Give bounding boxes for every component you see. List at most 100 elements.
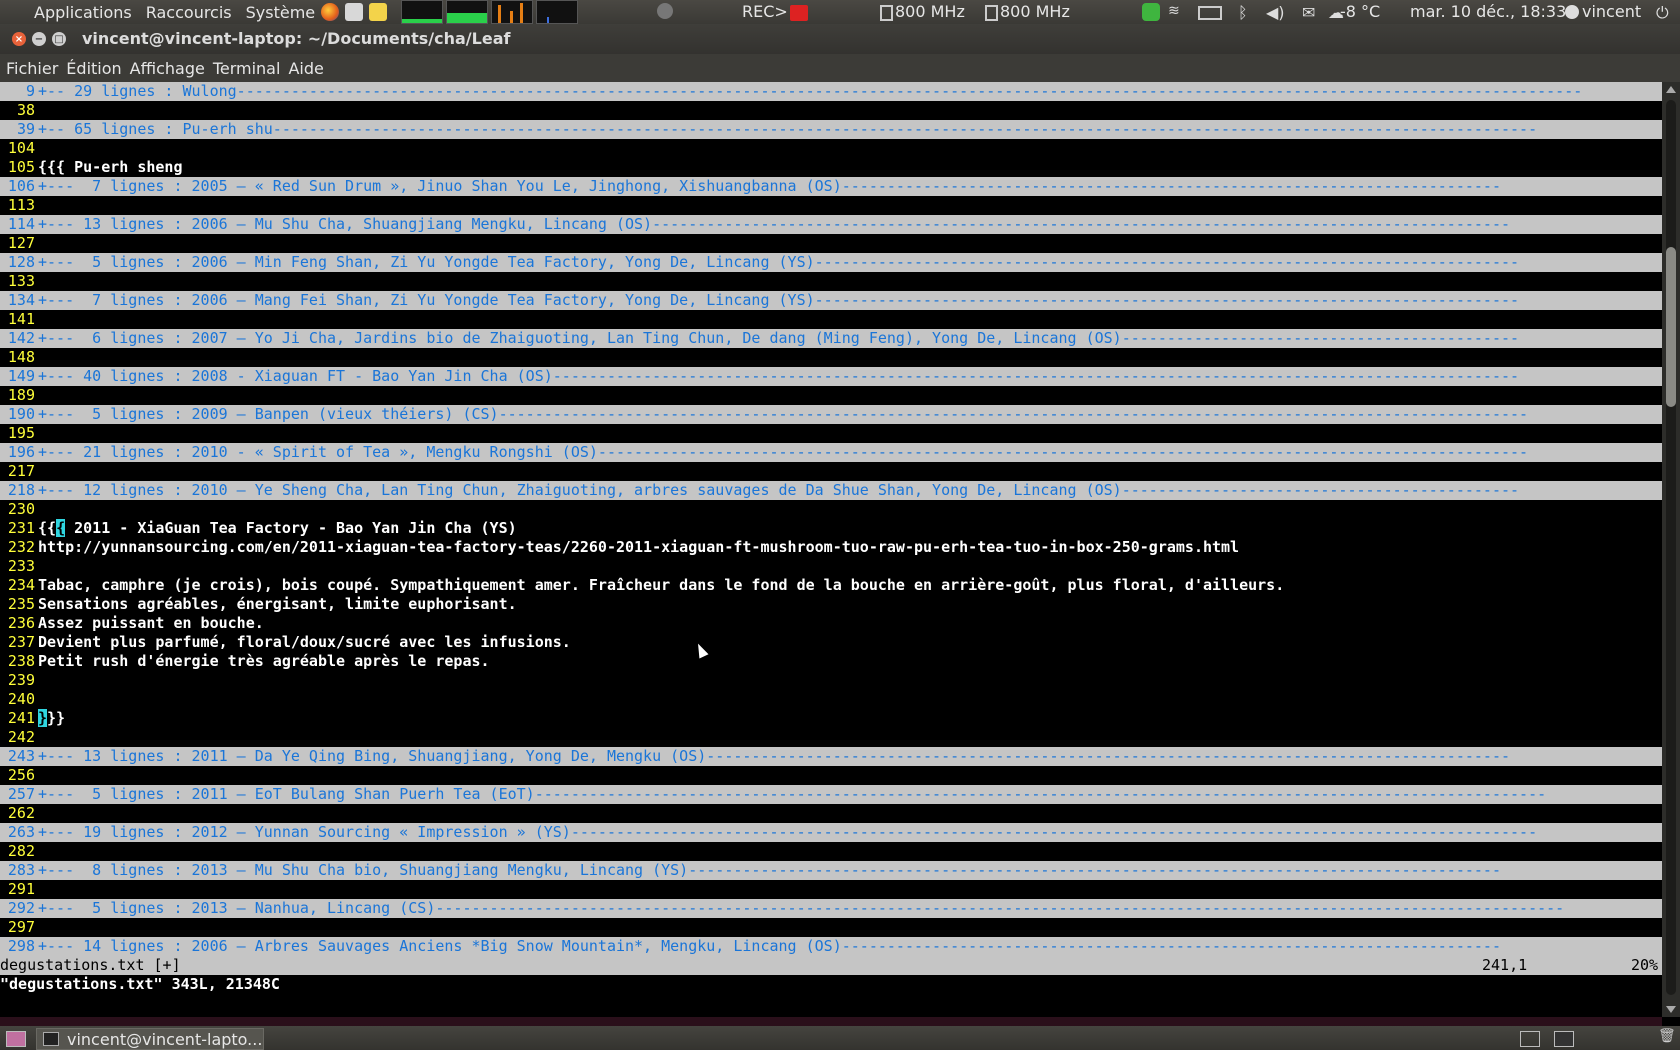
- clock[interactable]: mar. 10 déc., 18:33: [1410, 2, 1566, 21]
- menu-fichier[interactable]: Fichier: [6, 59, 58, 78]
- notes-icon[interactable]: [369, 3, 388, 21]
- scrollbar-thumb[interactable]: [1666, 247, 1676, 407]
- folded-line[interactable]: 243 +--- 13 lignes : 2011 — Da Ye Qing Bi…: [0, 747, 1662, 766]
- firefox-icon[interactable]: [321, 3, 340, 21]
- terminal-scrollbar[interactable]: [1662, 82, 1680, 1017]
- editor-line[interactable]: 233: [0, 557, 1662, 576]
- folded-line[interactable]: 283 +--- 8 lignes : 2013 — Mu Shu Cha bio…: [0, 861, 1662, 880]
- cpu-freq-2[interactable]: 800 MHz: [985, 2, 1070, 21]
- line-text: Petit rush d'énergie très agréable après…: [38, 652, 490, 670]
- line-text: +--- 19 lignes : 2012 — Yunnan Sourcing …: [38, 823, 1538, 841]
- window-titlebar[interactable]: × − □ vincent@vincent-laptop: ~/Document…: [0, 24, 1680, 54]
- editor-line[interactable]: 195: [0, 424, 1662, 443]
- user-label[interactable]: vincent: [1582, 2, 1641, 21]
- editor-line[interactable]: 230: [0, 500, 1662, 519]
- line-text: +--- 40 lignes : 2008 - Xiaguan FT - Bao…: [38, 367, 1520, 385]
- editor-line[interactable]: 237 Devient plus parfumé, floral/doux/suc…: [0, 633, 1662, 652]
- editor-line[interactable]: 141: [0, 310, 1662, 329]
- cpu-graph[interactable]: [401, 0, 444, 24]
- folded-line[interactable]: 134 +--- 7 lignes : 2006 — Mang Fei Shan,…: [0, 291, 1662, 310]
- bluetooth-icon[interactable]: ᛒ: [1238, 3, 1256, 22]
- mail-indicator-icon[interactable]: ✉: [1302, 3, 1320, 22]
- editor-line[interactable]: 291: [0, 880, 1662, 899]
- folded-line[interactable]: 128 +--- 5 lignes : 2006 — Min Feng Shan,…: [0, 253, 1662, 272]
- folded-line[interactable]: 149 +--- 40 lignes : 2008 - Xiaguan FT - …: [0, 367, 1662, 386]
- menu-affichage[interactable]: Affichage: [130, 59, 205, 78]
- editor-line[interactable]: 189: [0, 386, 1662, 405]
- editor-line[interactable]: 262: [0, 804, 1662, 823]
- show-desktop-icon[interactable]: [6, 1031, 26, 1047]
- terminal-view[interactable]: 9 +-- 29 lignes : Wulong-----------------…: [0, 82, 1662, 1017]
- folded-line[interactable]: 142 +--- 6 lignes : 2007 — Yo Ji Cha, Jar…: [0, 329, 1662, 348]
- editor-line[interactable]: 232 http://yunnansourcing.com/en/2011-xia…: [0, 538, 1662, 557]
- folded-line[interactable]: 263 +--- 19 lignes : 2012 — Yunnan Sourci…: [0, 823, 1662, 842]
- folded-line[interactable]: 106 +--- 7 lignes : 2005 — « Red Sun Drum…: [0, 177, 1662, 196]
- weather-icon[interactable]: ☁: [1328, 3, 1344, 22]
- menu-aide[interactable]: Aide: [288, 59, 323, 78]
- folded-line[interactable]: 196 +--- 21 lignes : 2010 - « Spirit of T…: [0, 443, 1662, 462]
- systeme-menu[interactable]: Système: [246, 3, 316, 22]
- editor-line[interactable]: 241}}}: [0, 709, 1662, 728]
- editor-line[interactable]: 234 Tabac, camphre (je crois), bois coupé…: [0, 576, 1662, 595]
- taskbar-item-terminal[interactable]: vincent@vincent-lapto...: [36, 1028, 264, 1050]
- editor-line[interactable]: 133: [0, 272, 1662, 291]
- cpu-freq-1[interactable]: 800 MHz: [880, 2, 965, 21]
- volume-icon[interactable]: ◀): [1266, 3, 1285, 22]
- folded-line[interactable]: 190 +--- 5 lignes : 2009 — Banpen (vieux …: [0, 405, 1662, 424]
- update-check-icon[interactable]: [1142, 3, 1160, 21]
- mail-icon[interactable]: [345, 3, 364, 21]
- text-cursor: }: [38, 709, 48, 727]
- raccourcis-menu[interactable]: Raccourcis: [146, 3, 232, 22]
- maximize-window-button[interactable]: □: [52, 32, 66, 46]
- top-panel: Applications Raccourcis Système REC> 800…: [0, 0, 1680, 24]
- scroll-down-arrow-icon[interactable]: [1666, 1006, 1676, 1013]
- scroll-up-arrow-icon[interactable]: [1666, 86, 1676, 93]
- folded-line[interactable]: 292 +--- 5 lignes : 2013 — Nanhua, Lincan…: [0, 899, 1662, 918]
- editor-line[interactable]: 231{{{ 2011 - XiaGuan Tea Factory - Bao …: [0, 519, 1662, 538]
- recorder-indicator[interactable]: REC>: [742, 2, 808, 21]
- editor-line[interactable]: 105{{{ Pu-erh sheng: [0, 158, 1662, 177]
- editor-line[interactable]: 235 Sensations agréables, énergisant, lim…: [0, 595, 1662, 614]
- editor-line[interactable]: 38: [0, 101, 1662, 120]
- disk-graph[interactable]: [536, 0, 579, 24]
- workspace-1-icon[interactable]: [1520, 1031, 1540, 1047]
- folded-line[interactable]: 114 +--- 13 lignes : 2006 — Mu Shu Cha, S…: [0, 215, 1662, 234]
- user-icon[interactable]: [1565, 5, 1579, 19]
- editor-line[interactable]: 113: [0, 196, 1662, 215]
- minimize-window-button[interactable]: −: [32, 32, 46, 46]
- power-indicator-icon[interactable]: [657, 3, 673, 19]
- editor-line[interactable]: 282: [0, 842, 1662, 861]
- editor-line[interactable]: 256: [0, 766, 1662, 785]
- power-icon[interactable]: ⏻: [1656, 3, 1674, 22]
- editor-line[interactable]: 297: [0, 918, 1662, 937]
- folded-line[interactable]: 257 +--- 5 lignes : 2011 — EoT Bulang Sha…: [0, 785, 1662, 804]
- menu-edition[interactable]: Édition: [66, 59, 121, 78]
- line-text: Tabac, camphre (je crois), bois coupé. S…: [38, 576, 1285, 594]
- battery-icon[interactable]: [1198, 6, 1222, 20]
- memory-graph[interactable]: [446, 0, 489, 24]
- editor-line[interactable]: 236 Assez puissant en bouche.: [0, 614, 1662, 633]
- editor-line[interactable]: 238 Petit rush d'énergie très agréable ap…: [0, 652, 1662, 671]
- applications-menu[interactable]: Applications: [34, 3, 132, 22]
- editor-line[interactable]: 217: [0, 462, 1662, 481]
- editor-line[interactable]: 242: [0, 728, 1662, 747]
- menu-terminal[interactable]: Terminal: [213, 59, 281, 78]
- network-graph[interactable]: [491, 0, 534, 24]
- scrollbar-track[interactable]: [1666, 100, 1676, 995]
- wifi-icon[interactable]: ≋: [1168, 3, 1186, 21]
- folded-line[interactable]: 218 +--- 12 lignes : 2010 — Ye Sheng Cha,…: [0, 481, 1662, 500]
- folded-line[interactable]: 298 +--- 14 lignes : 2006 — Arbres Sauvag…: [0, 937, 1662, 956]
- editor-line[interactable]: 104: [0, 139, 1662, 158]
- folded-line[interactable]: 39 +-- 65 lignes : Pu-erh shu------------…: [0, 120, 1662, 139]
- line-number: 257: [7, 785, 35, 803]
- editor-line[interactable]: 148: [0, 348, 1662, 367]
- editor-line[interactable]: 240: [0, 690, 1662, 709]
- trash-icon[interactable]: 🗑: [1658, 1028, 1676, 1044]
- folded-line[interactable]: 9 +-- 29 lignes : Wulong-----------------…: [0, 82, 1662, 101]
- line-text: +--- 6 lignes : 2007 — Yo Ji Cha, Jardin…: [38, 329, 1520, 347]
- workspace-2-icon[interactable]: [1554, 1031, 1574, 1047]
- weather-label[interactable]: -8 °C: [1340, 2, 1380, 21]
- editor-line[interactable]: 127: [0, 234, 1662, 253]
- close-window-button[interactable]: ×: [12, 32, 26, 46]
- editor-line[interactable]: 239: [0, 671, 1662, 690]
